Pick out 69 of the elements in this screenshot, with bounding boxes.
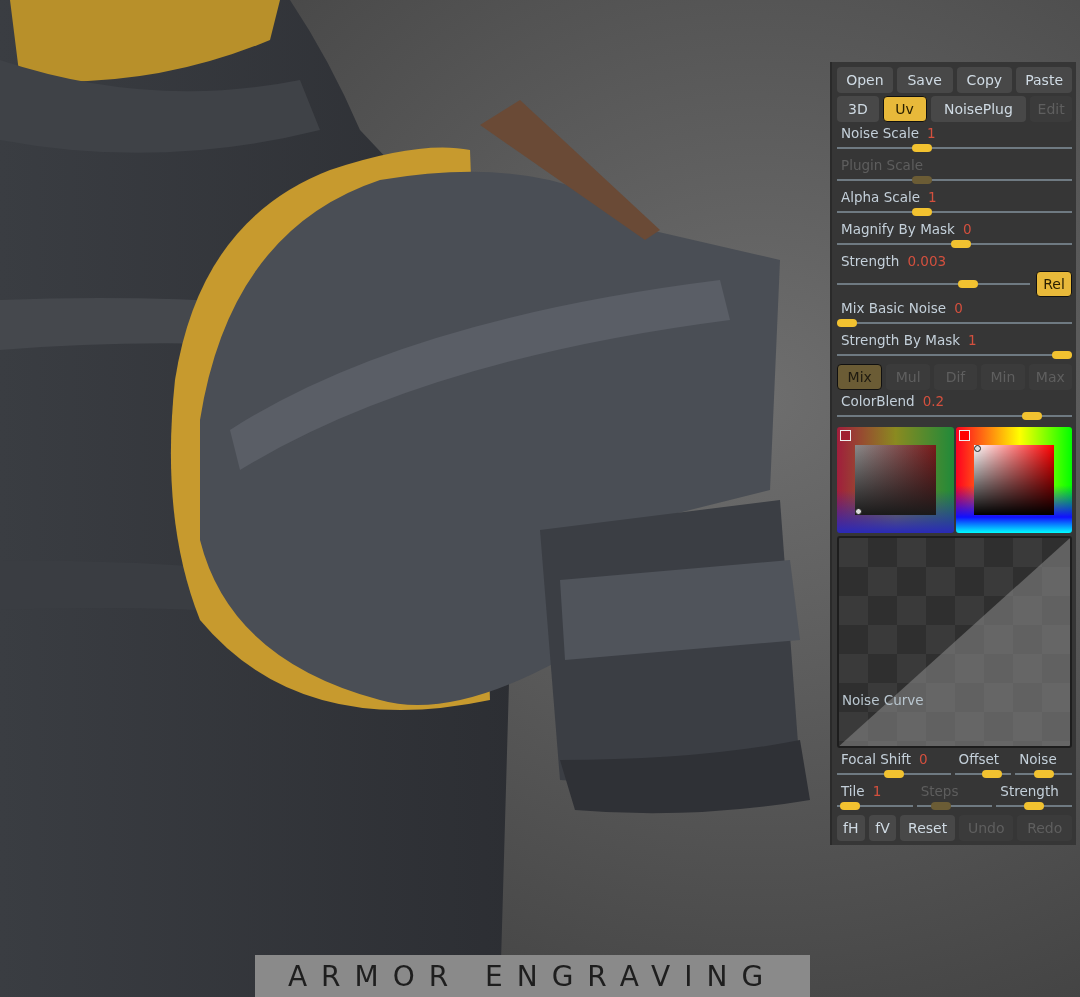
slider-thumb[interactable] — [958, 279, 979, 288]
slider-label: ColorBlend — [841, 393, 915, 409]
slider-track[interactable] — [916, 802, 993, 810]
slider-track[interactable] — [837, 144, 1072, 152]
slider-value: 1 — [872, 783, 882, 799]
slider-track[interactable] — [837, 176, 1072, 184]
slider-track[interactable] — [996, 802, 1072, 810]
rel-button[interactable]: Rel — [1036, 271, 1072, 297]
panel-button[interactable]: Paste — [1016, 67, 1072, 93]
slider-label: Strength By Mask — [841, 332, 960, 348]
mode-button[interactable]: 3D — [837, 96, 879, 122]
slider-track[interactable] — [837, 279, 1030, 288]
mode-button[interactable]: NoisePlug — [930, 96, 1027, 122]
slider-track[interactable] — [837, 319, 1072, 327]
slider-value: 1 — [928, 189, 937, 205]
slider-track[interactable] — [837, 208, 1072, 216]
slider-thumb[interactable] — [912, 144, 933, 152]
color-square[interactable] — [855, 445, 936, 515]
slider-track[interactable] — [837, 412, 1072, 420]
slider-value: 0 — [962, 221, 972, 237]
swatch-icon[interactable] — [958, 430, 970, 441]
slider-track[interactable] — [837, 770, 951, 778]
slider-label: Noise Scale — [841, 125, 920, 141]
slider-value: 1 — [927, 125, 936, 141]
slider-track[interactable] — [954, 770, 1012, 778]
panel-button[interactable]: Copy — [956, 67, 1013, 93]
color-picker[interactable] — [837, 427, 954, 533]
slider-label: Focal Shift — [841, 751, 911, 767]
swatch-icon[interactable] — [840, 430, 851, 441]
panel-button[interactable]: Save — [896, 67, 953, 93]
slider-value: 0.2 — [922, 393, 945, 409]
slider-track[interactable] — [1015, 770, 1072, 778]
slider-label: Strength — [841, 253, 900, 269]
slider-thumb[interactable] — [837, 319, 857, 327]
color-marker-icon[interactable] — [973, 445, 981, 452]
slider-thumb[interactable] — [1021, 412, 1042, 420]
slider-track[interactable] — [837, 802, 913, 810]
slider-thumb[interactable] — [982, 770, 1003, 778]
slider-label: Tile — [841, 783, 865, 799]
color-picker[interactable] — [955, 427, 1072, 533]
slider-value: 0.003 — [907, 253, 947, 269]
curve-label: Noise Curve — [842, 691, 924, 708]
slider-label: Noise — [1019, 751, 1057, 767]
slider-value: 0 — [954, 300, 963, 316]
slider-thumb[interactable] — [1024, 802, 1045, 810]
slider-thumb[interactable] — [912, 208, 933, 216]
slider-thumb[interactable] — [950, 240, 971, 248]
slider-label: Magnify By Mask — [841, 221, 955, 237]
slider-label: Alpha Scale — [841, 189, 920, 205]
slider-label: Offset — [958, 751, 1000, 767]
slider-track[interactable] — [837, 351, 1072, 359]
curve-button[interactable]: fH — [837, 815, 865, 841]
slider-label: Strength — [1000, 783, 1059, 799]
curve-button[interactable]: fV — [868, 815, 897, 841]
mode-button[interactable]: Uv — [882, 96, 927, 122]
slider-thumb[interactable] — [1033, 770, 1054, 778]
slider-track[interactable] — [837, 240, 1072, 248]
slider-value: 1 — [968, 332, 977, 348]
color-marker-icon[interactable] — [855, 507, 862, 515]
slider-thumb[interactable] — [839, 802, 860, 810]
slider-thumb[interactable] — [1052, 351, 1072, 359]
noise-curve[interactable]: Noise Curve — [837, 535, 1072, 748]
panel-button[interactable]: Open — [837, 67, 893, 93]
curve-button[interactable]: Reset — [900, 815, 955, 841]
slider-thumb[interactable] — [883, 770, 904, 778]
caption: ARMOR ENGRAVING — [287, 959, 778, 993]
color-square[interactable] — [973, 445, 1054, 515]
slider-label: Mix Basic Noise — [841, 300, 947, 316]
slider-value: 0 — [918, 751, 928, 767]
